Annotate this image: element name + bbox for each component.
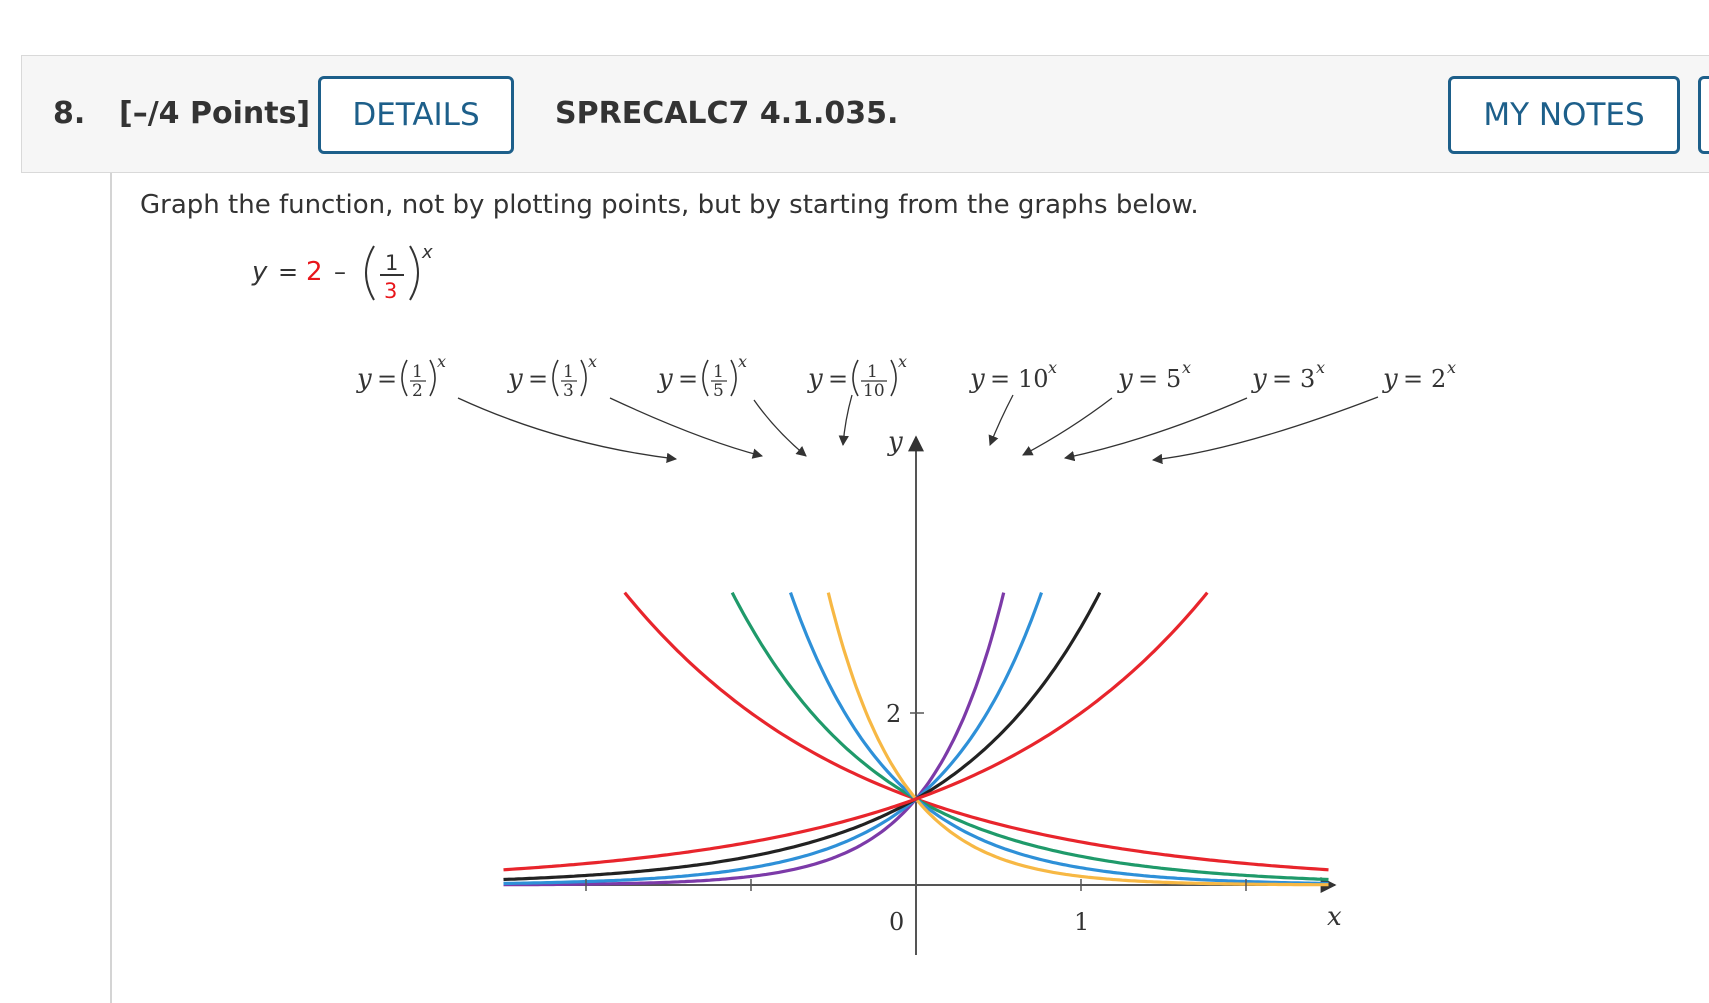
series-label-y: y (969, 364, 985, 394)
series-label-arrow-0 (457, 397, 678, 464)
series-label-equals: = (1403, 365, 1423, 393)
series-label-equals: = (1138, 365, 1158, 393)
series-label-lparen (552, 359, 559, 397)
series-label-exponent: x (738, 352, 747, 371)
series-label-denominator: 10 (863, 381, 885, 401)
x-tick-label-1: 1 (1074, 908, 1089, 936)
series-label-equals: = (828, 365, 848, 393)
series-label-exponent: x (1182, 358, 1191, 377)
series-label-base: 10 (1018, 365, 1049, 393)
series-label-numerator: 1 (563, 362, 574, 382)
exponential-graphs-chart: xy y = 12xy = 13xy = 15xy = 110xy = 10 x y = 5 x y = 3 x y = 2… (356, 352, 1456, 955)
series-label-equals: = (678, 365, 698, 393)
series-label-0: y = 12x (356, 352, 446, 401)
series-label-equals: = (528, 365, 548, 393)
series-label-base: 2 (1431, 365, 1446, 393)
series-curve-1 (730, 591, 1329, 882)
series-label-arrow-4 (988, 394, 1014, 446)
x-axis-label: x (1327, 902, 1342, 932)
series-label-numerator: 1 (713, 362, 724, 382)
series-label-denominator: 3 (563, 381, 574, 401)
series-label-exponent: x (588, 352, 597, 371)
series-label-lparen (852, 359, 859, 397)
series-label-rparen (429, 359, 436, 397)
series-label-y: y (507, 364, 523, 394)
x-tick-label-0: 0 (889, 908, 904, 936)
series-label-5: y = 5 x (1117, 358, 1191, 394)
y-axis-label: y (887, 427, 903, 457)
series-label-rparen (580, 359, 587, 397)
series-label-y: y (1251, 364, 1267, 394)
series-label-numerator: 1 (412, 362, 423, 382)
series-label-base: 5 (1166, 365, 1181, 393)
series-label-lparen (702, 359, 709, 397)
series-label-exponent: x (1316, 358, 1325, 377)
series-label-7: y = 2 x (1382, 358, 1456, 394)
series-label-lparen (401, 359, 408, 397)
series-label-arrow-2 (753, 399, 807, 457)
y-tick-label-0: 2 (886, 700, 901, 728)
series-label-rparen (730, 359, 737, 397)
series-label-4: y = 10 x (969, 358, 1057, 394)
series-label-2: y = 15x (657, 352, 747, 401)
series-label-exponent: x (898, 352, 907, 371)
series-label-y: y (1382, 364, 1398, 394)
series-label-equals: = (377, 365, 397, 393)
series-label-arrow-3 (838, 394, 853, 447)
series-label-equals: = (1272, 365, 1292, 393)
series-label-denominator: 5 (713, 381, 724, 401)
series-label-exponent: x (1447, 358, 1456, 377)
series-label-denominator: 2 (412, 381, 423, 401)
series-label-3: y = 110 x (807, 352, 907, 401)
series-label-exponent: x (437, 352, 446, 371)
series-label-equals: = (990, 365, 1010, 393)
series-label-arrow-5 (1022, 397, 1113, 456)
series-label-exponent: x (1048, 358, 1057, 377)
series-label-6: y = 3 x (1251, 358, 1325, 394)
series-label-arrow-1 (609, 397, 764, 459)
series-label-y: y (657, 364, 673, 394)
series-label-numerator: 1 (867, 362, 878, 382)
series-label-1: y = 13x (507, 352, 597, 401)
series-label-y: y (356, 364, 372, 394)
series-label-rparen (890, 359, 897, 397)
series-curve-6 (503, 591, 1102, 882)
series-label-y: y (807, 364, 823, 394)
series-label-base: 3 (1300, 365, 1315, 393)
series-label-arrow-7 (1151, 396, 1379, 465)
series-label-y: y (1117, 364, 1133, 394)
series-label-arrow-6 (1063, 397, 1248, 462)
